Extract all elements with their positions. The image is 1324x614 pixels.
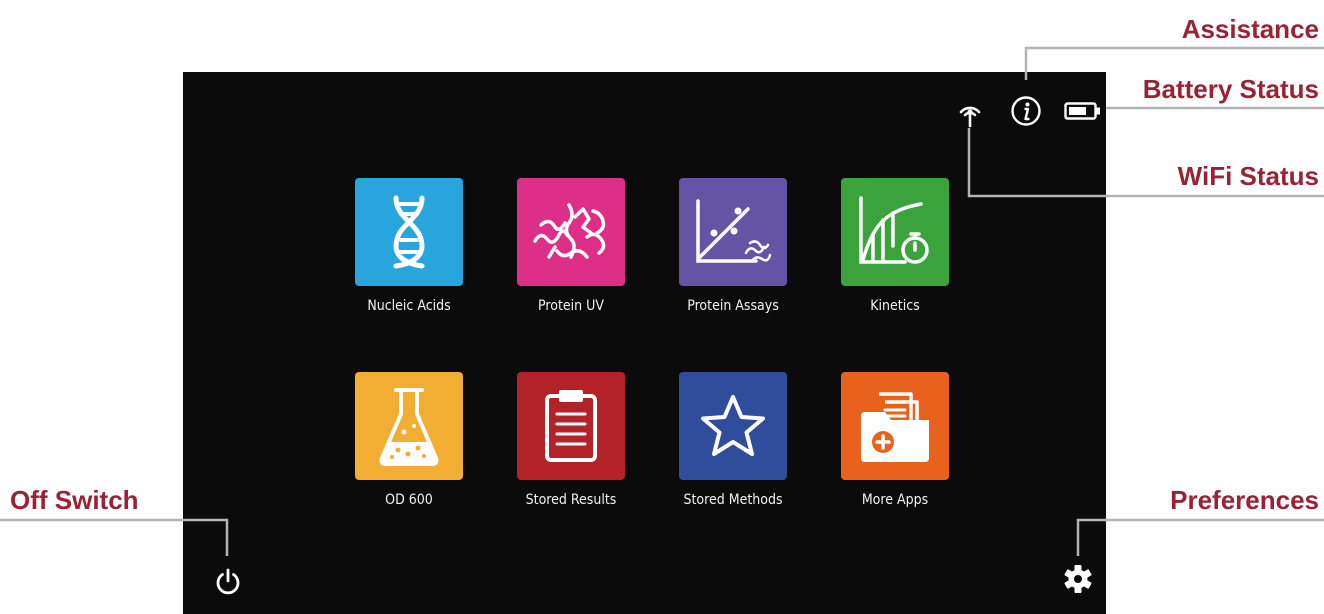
app-label: Kinetics (870, 298, 920, 314)
app-icon-box (841, 178, 949, 286)
app-label: Nucleic Acids (367, 298, 451, 314)
app-tile-protein-uv[interactable]: Protein UV (517, 178, 625, 314)
app-tile-od-600[interactable]: OD 600 (355, 372, 463, 508)
app-tile-protein-assays[interactable]: Protein Assays (679, 178, 787, 314)
info-icon (1011, 96, 1041, 126)
folder-add-icon (861, 392, 929, 462)
preferences-leader (1076, 518, 1324, 556)
app-tile-nucleic-acids[interactable]: Nucleic Acids (355, 178, 463, 314)
app-tile-stored-results[interactable]: Stored Results (517, 372, 625, 508)
app-icon-box (517, 178, 625, 286)
app-label: Protein UV (538, 298, 604, 314)
dna-icon (393, 195, 425, 269)
app-icon-box (679, 178, 787, 286)
battery-icon (1064, 102, 1100, 120)
app-label: Stored Results (525, 492, 617, 508)
app-icon-box (841, 372, 949, 480)
app-icon-box (355, 178, 463, 286)
app-icon-box (355, 372, 463, 480)
gear-icon (1064, 565, 1092, 593)
callout-off-switch: Off Switch (10, 485, 139, 515)
app-label: Stored Methods (683, 492, 783, 508)
app-label: Protein Assays (687, 298, 779, 314)
star-icon (701, 395, 765, 456)
app-tile-more-apps[interactable]: More Apps (841, 372, 949, 508)
kinetics-timer-icon (859, 196, 929, 264)
protein-icon (533, 203, 606, 259)
assistance-button[interactable] (1009, 94, 1043, 128)
power-icon (216, 568, 240, 595)
assay-plot-icon (696, 199, 772, 263)
device-screen: Nucleic Acids Protein UV Protein Assays … (183, 72, 1106, 614)
app-label: More Apps (861, 492, 929, 508)
wifi-status-button[interactable] (953, 95, 987, 129)
app-label: OD 600 (385, 492, 433, 508)
callout-assistance: Assistance (1181, 14, 1319, 44)
callout-wifi-status: WiFi Status (1177, 161, 1319, 191)
callout-preferences: Preferences (1170, 485, 1319, 515)
clipboard-icon (545, 390, 597, 462)
callout-battery-status: Battery Status (1142, 74, 1319, 104)
flask-icon (379, 388, 439, 466)
app-tile-stored-methods[interactable]: Stored Methods (679, 372, 787, 508)
battery-status-button[interactable] (1063, 99, 1103, 123)
preferences-button[interactable] (1061, 562, 1095, 596)
app-icon-box (517, 372, 625, 480)
off-switch-button[interactable] (212, 566, 244, 598)
app-tile-kinetics[interactable]: Kinetics (841, 178, 949, 314)
app-icon-box (679, 372, 787, 480)
wifi-icon (959, 106, 981, 128)
